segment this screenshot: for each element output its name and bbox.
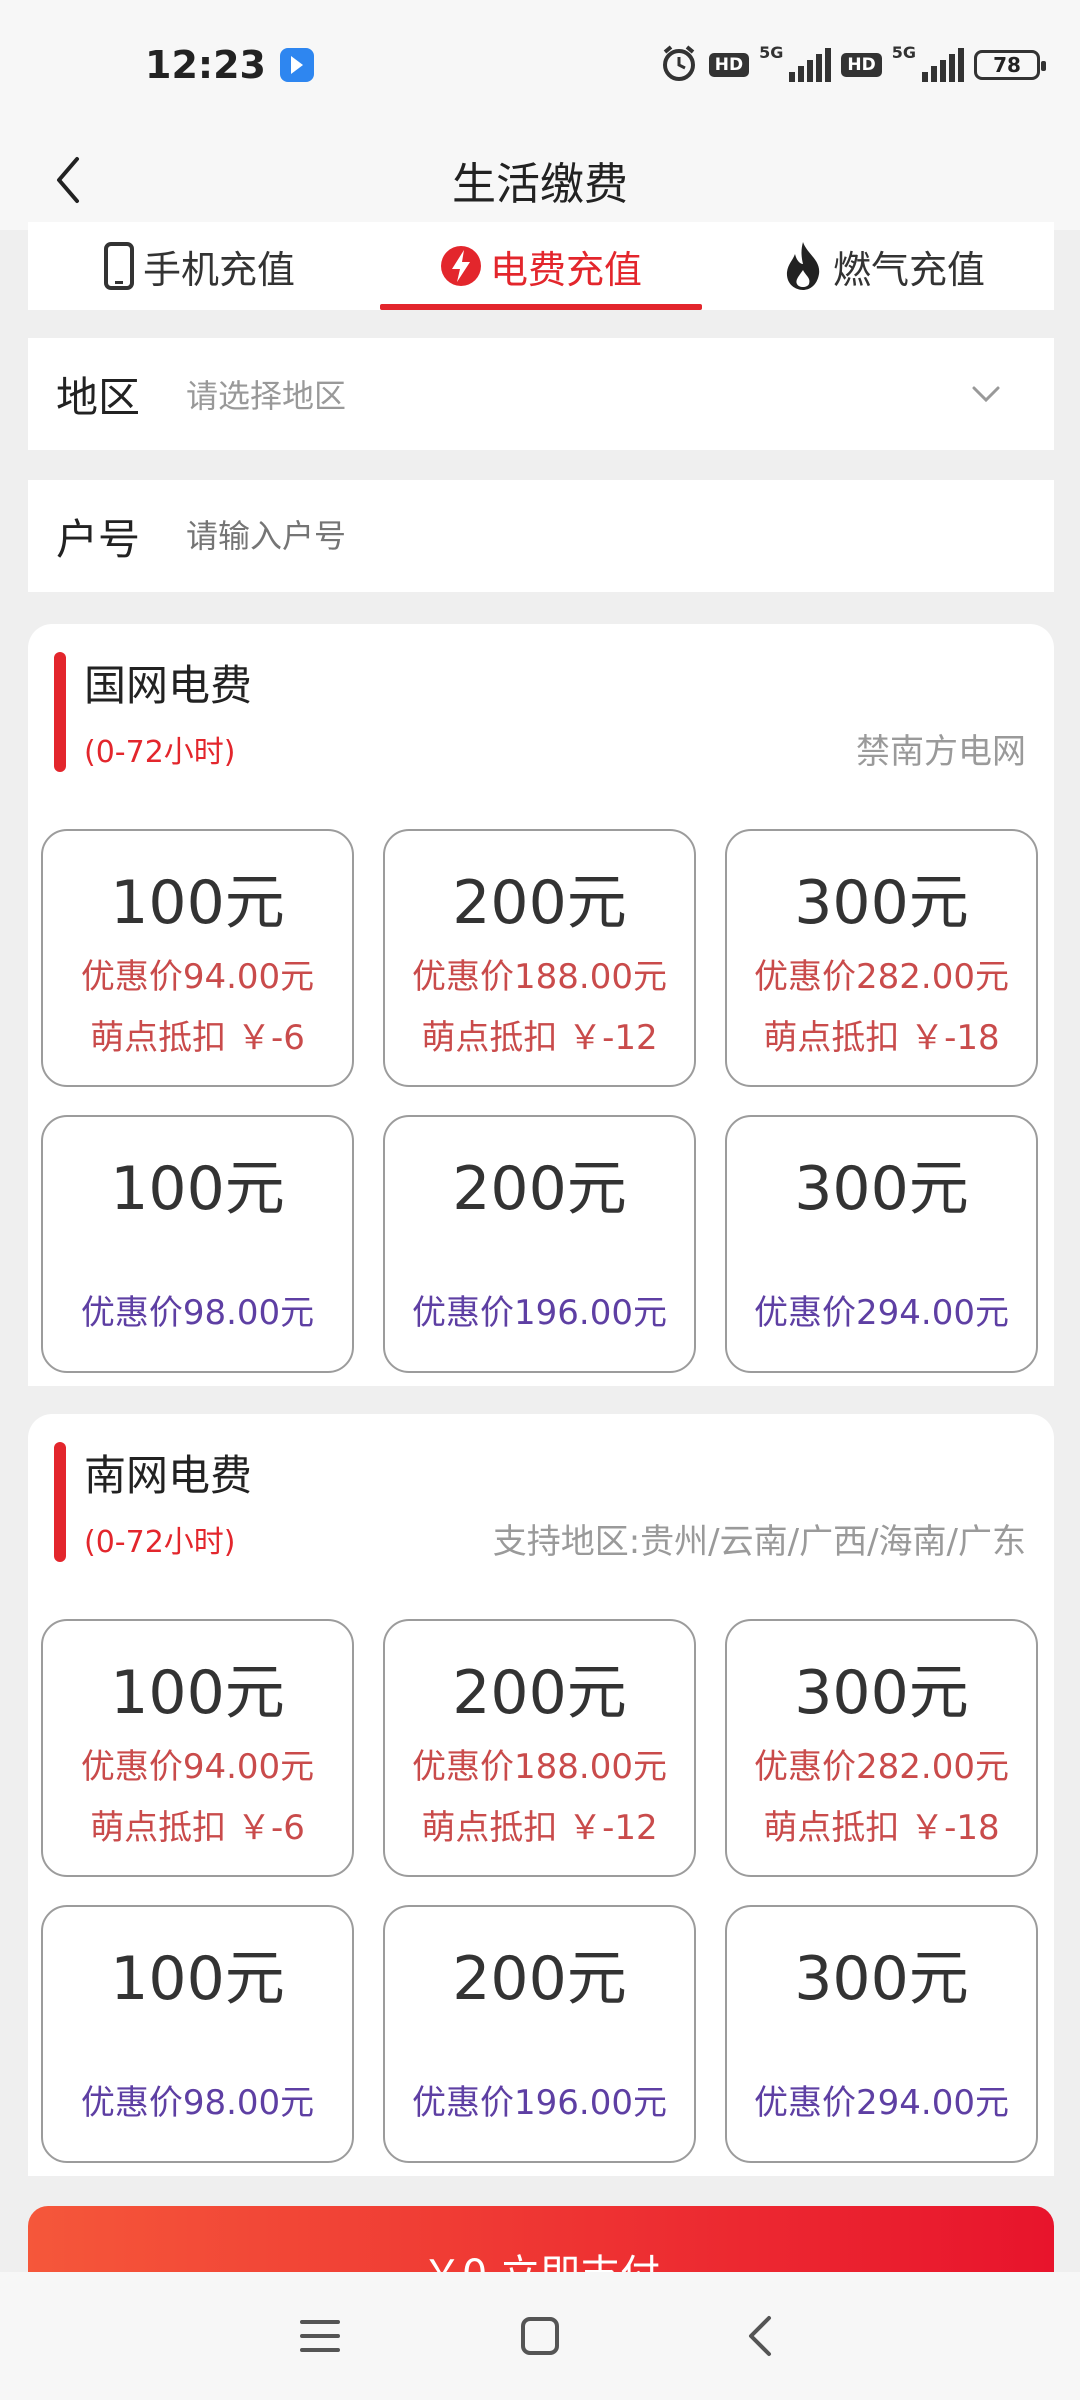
phone-icon <box>103 242 134 290</box>
back-nav-icon[interactable] <box>730 2306 790 2366</box>
card-price: 优惠价188.00元 <box>412 1747 667 1787</box>
card-price: 优惠价94.00元 <box>80 957 315 997</box>
amount-card[interactable]: 200元 优惠价196.00元 <box>383 1905 696 2163</box>
account-input[interactable] <box>186 517 1026 555</box>
home-icon[interactable] <box>510 2306 570 2366</box>
tab-mobile-recharge[interactable]: 手机充值 <box>28 222 370 310</box>
account-label: 户号 <box>56 514 141 564</box>
battery-level: 78 <box>993 53 1021 77</box>
menu-icon[interactable] <box>290 2306 350 2366</box>
card-amount: 300元 <box>794 1944 969 2014</box>
status-bar: 12:23 HD 5G HD 5G 78 <box>0 0 1080 130</box>
amount-grid: 100元 优惠价94.00元 萌点抵扣 ￥-6 200元 优惠价188.00元 … <box>41 1619 1041 2163</box>
amount-card[interactable]: 300元 优惠价294.00元 <box>725 1905 1038 2163</box>
card-deduct: 萌点抵扣 ￥-6 <box>90 1808 305 1848</box>
card-amount: 300元 <box>794 868 969 938</box>
amount-card[interactable]: 100元 优惠价94.00元 萌点抵扣 ￥-6 <box>41 1619 354 1877</box>
card-price: 优惠价98.00元 <box>80 1293 315 1333</box>
section-accent-bar <box>54 652 66 772</box>
state-grid-section: 国网电费 (0-72小时) 禁南方电网 100元 优惠价94.00元 萌点抵扣 … <box>28 624 1054 1386</box>
card-deduct: 萌点抵扣 ￥-6 <box>90 1018 305 1058</box>
card-price: 优惠价98.00元 <box>80 2083 315 2123</box>
signal-icon-2 <box>922 48 964 82</box>
flame-icon <box>786 242 820 290</box>
card-price: 优惠价188.00元 <box>412 957 667 997</box>
card-price: 优惠价294.00元 <box>754 2083 1009 2123</box>
card-deduct: 萌点抵扣 ￥-12 <box>421 1018 658 1058</box>
back-button[interactable] <box>40 152 96 208</box>
card-price: 优惠价294.00元 <box>754 1293 1009 1333</box>
section-title: 南网电费 <box>84 1451 253 1500</box>
amount-card[interactable]: 100元 优惠价94.00元 萌点抵扣 ￥-6 <box>41 829 354 1087</box>
hd-badge: HD <box>708 53 750 77</box>
status-time: 12:23 <box>145 43 266 87</box>
region-select[interactable]: 请选择地区 <box>186 371 966 417</box>
card-amount: 200元 <box>452 1658 627 1728</box>
system-nav-bar <box>0 2272 1080 2400</box>
tab-label: 燃气充值 <box>832 247 985 292</box>
network-type-2: 5G <box>891 43 916 62</box>
card-amount: 100元 <box>110 1944 285 2014</box>
amount-card[interactable]: 300元 优惠价294.00元 <box>725 1115 1038 1373</box>
amount-card[interactable]: 100元 优惠价98.00元 <box>41 1905 354 2163</box>
card-deduct: 萌点抵扣 ￥-18 <box>763 1018 1000 1058</box>
amount-card[interactable]: 200元 优惠价188.00元 萌点抵扣 ￥-12 <box>383 1619 696 1877</box>
network-type: 5G <box>759 43 784 62</box>
amount-card[interactable]: 100元 优惠价98.00元 <box>41 1115 354 1373</box>
app-notification-icon <box>279 48 314 82</box>
card-price: 优惠价282.00元 <box>754 1747 1009 1787</box>
section-note: 禁南方电网 <box>856 732 1026 772</box>
amount-card[interactable]: 200元 优惠价188.00元 萌点抵扣 ￥-12 <box>383 829 696 1087</box>
hd-badge-2: HD <box>841 53 882 77</box>
region-row[interactable]: 地区 请选择地区 <box>28 338 1054 450</box>
amount-card[interactable]: 300元 优惠价282.00元 萌点抵扣 ￥-18 <box>725 829 1038 1087</box>
lightning-icon <box>440 246 481 286</box>
section-accent-bar <box>54 1442 66 1562</box>
card-amount: 100元 <box>110 868 285 938</box>
battery-icon: 78 <box>974 50 1046 80</box>
section-note: 支持地区:贵州/云南/广西/海南/广东 <box>492 1522 1026 1562</box>
chevron-down-icon[interactable] <box>966 374 1006 414</box>
tab-label: 手机充值 <box>142 247 295 292</box>
card-price: 优惠价282.00元 <box>754 957 1009 997</box>
status-icons: HD 5G HD 5G 78 <box>659 43 1046 87</box>
card-deduct: 萌点抵扣 ￥-18 <box>763 1808 1000 1848</box>
tab-label: 电费充值 <box>489 247 642 292</box>
card-deduct: 萌点抵扣 ￥-12 <box>421 1808 658 1848</box>
card-amount: 200元 <box>452 868 627 938</box>
card-price: 优惠价196.00元 <box>412 2083 667 2123</box>
card-price: 优惠价94.00元 <box>80 1747 315 1787</box>
tab-gas-recharge[interactable]: 燃气充值 <box>712 222 1054 310</box>
signal-icon <box>789 48 832 82</box>
card-amount: 300元 <box>794 1658 969 1728</box>
amount-grid: 100元 优惠价94.00元 萌点抵扣 ￥-6 200元 优惠价188.00元 … <box>41 829 1041 1373</box>
card-amount: 100元 <box>110 1658 285 1728</box>
tab-bar: 手机充值 电费充值 燃气充值 <box>28 222 1054 310</box>
section-hours: (0-72小时) <box>84 735 236 770</box>
alarm-icon <box>659 43 699 87</box>
region-label: 地区 <box>56 372 141 422</box>
amount-card[interactable]: 300元 优惠价282.00元 萌点抵扣 ￥-18 <box>725 1619 1038 1877</box>
page-title: 生活缴费 <box>452 159 628 210</box>
southern-grid-section: 南网电费 (0-72小时) 支持地区:贵州/云南/广西/海南/广东 100元 优… <box>28 1414 1054 2176</box>
section-title: 国网电费 <box>84 661 253 710</box>
card-amount: 100元 <box>110 1154 285 1224</box>
section-hours: (0-72小时) <box>84 1525 236 1560</box>
account-row: 户号 <box>28 480 1054 592</box>
amount-card[interactable]: 200元 优惠价196.00元 <box>383 1115 696 1373</box>
card-amount: 200元 <box>452 1944 627 2014</box>
card-price: 优惠价196.00元 <box>412 1293 667 1333</box>
chevron-left-icon <box>57 157 79 203</box>
tab-electricity-recharge[interactable]: 电费充值 <box>370 222 712 310</box>
header: 生活缴费 <box>0 130 1080 230</box>
card-amount: 200元 <box>452 1154 627 1224</box>
card-amount: 300元 <box>794 1154 969 1224</box>
